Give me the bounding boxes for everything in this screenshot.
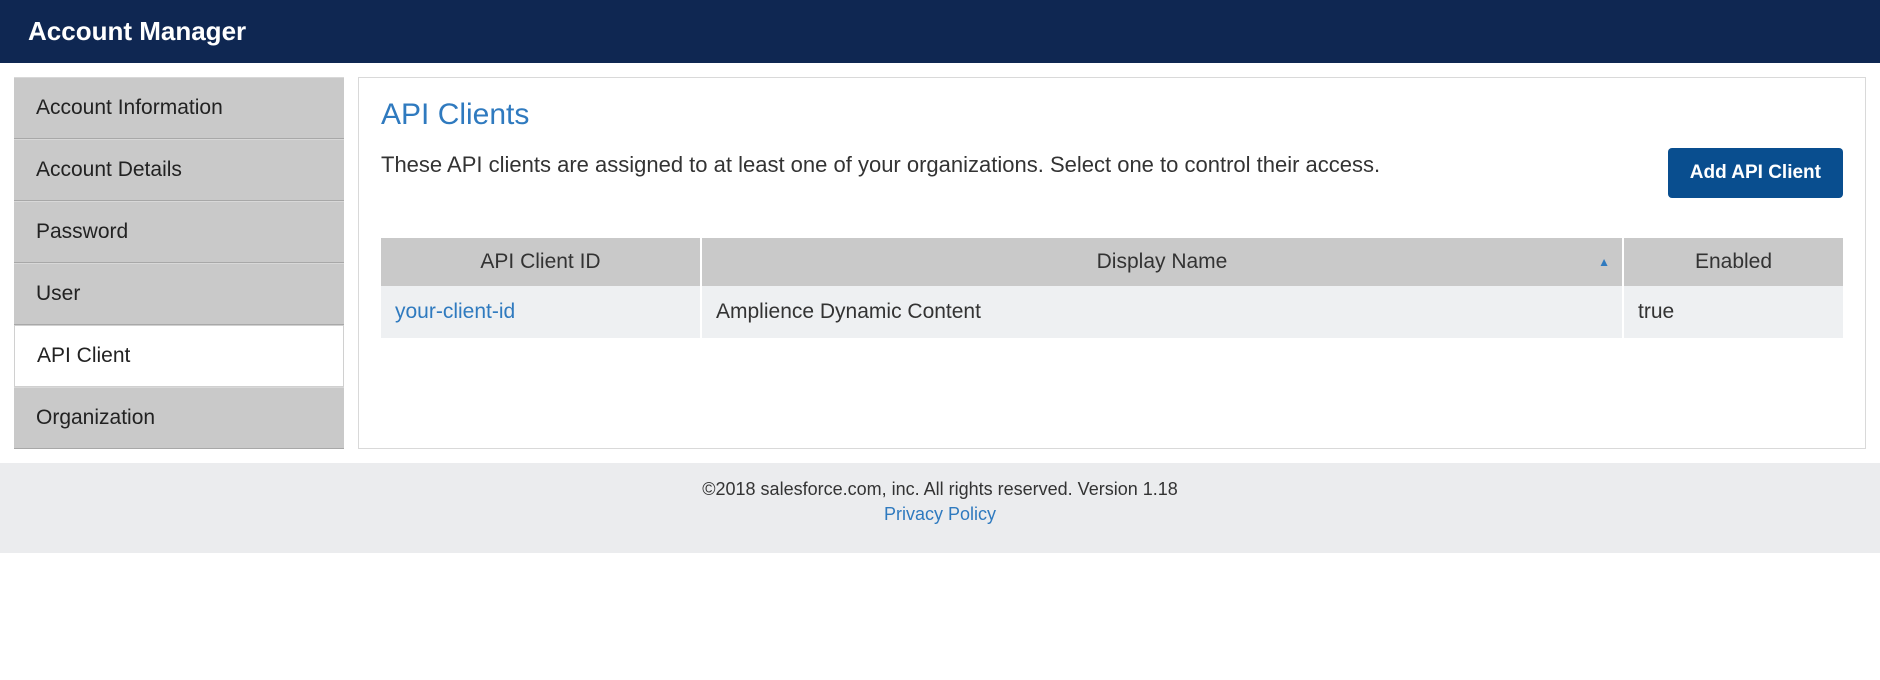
- sidebar-item-password[interactable]: Password: [14, 201, 344, 263]
- table-row: your-client-id Amplience Dynamic Content…: [381, 286, 1843, 338]
- sidebar-item-account-information[interactable]: Account Information: [14, 77, 344, 139]
- sidebar: Account Information Account Details Pass…: [14, 77, 344, 449]
- sidebar-item-label: API Client: [37, 344, 130, 367]
- app-header: Account Manager: [0, 0, 1880, 63]
- column-header-enabled[interactable]: Enabled: [1623, 238, 1843, 286]
- column-header-label: Display Name: [1097, 250, 1228, 273]
- column-header-label: API Client ID: [480, 250, 600, 273]
- column-header-label: Enabled: [1695, 250, 1772, 273]
- table-header-row: API Client ID Display Name ▲ Enabled: [381, 238, 1843, 286]
- sidebar-item-label: User: [36, 282, 80, 305]
- sidebar-item-label: Organization: [36, 406, 155, 429]
- main-panel: API Clients These API clients are assign…: [358, 77, 1866, 449]
- add-api-client-button[interactable]: Add API Client: [1668, 148, 1843, 198]
- column-header-display-name[interactable]: Display Name ▲: [701, 238, 1623, 286]
- sidebar-item-organization[interactable]: Organization: [14, 387, 344, 449]
- footer: ©2018 salesforce.com, inc. All rights re…: [0, 463, 1880, 553]
- subhead-row: These API clients are assigned to at lea…: [381, 148, 1843, 198]
- cell-client-id-link[interactable]: your-client-id: [381, 286, 701, 338]
- page-subhead: These API clients are assigned to at lea…: [381, 148, 1628, 181]
- app-title: Account Manager: [28, 16, 246, 46]
- sidebar-item-label: Account Details: [36, 158, 182, 181]
- sidebar-item-label: Account Information: [36, 96, 223, 119]
- api-clients-table: API Client ID Display Name ▲ Enabled you…: [381, 238, 1843, 338]
- sidebar-item-user[interactable]: User: [14, 263, 344, 325]
- cell-display-name: Amplience Dynamic Content: [701, 286, 1623, 338]
- footer-copyright: ©2018 salesforce.com, inc. All rights re…: [0, 479, 1880, 500]
- column-header-client-id[interactable]: API Client ID: [381, 238, 701, 286]
- content-container: Account Information Account Details Pass…: [0, 63, 1880, 463]
- sidebar-item-label: Password: [36, 220, 128, 243]
- cell-enabled: true: [1623, 286, 1843, 338]
- sidebar-item-account-details[interactable]: Account Details: [14, 139, 344, 201]
- sidebar-item-api-client[interactable]: API Client: [14, 325, 344, 387]
- sort-asc-icon: ▲: [1598, 255, 1610, 269]
- privacy-policy-link[interactable]: Privacy Policy: [0, 504, 1880, 525]
- page-title: API Clients: [381, 98, 1843, 132]
